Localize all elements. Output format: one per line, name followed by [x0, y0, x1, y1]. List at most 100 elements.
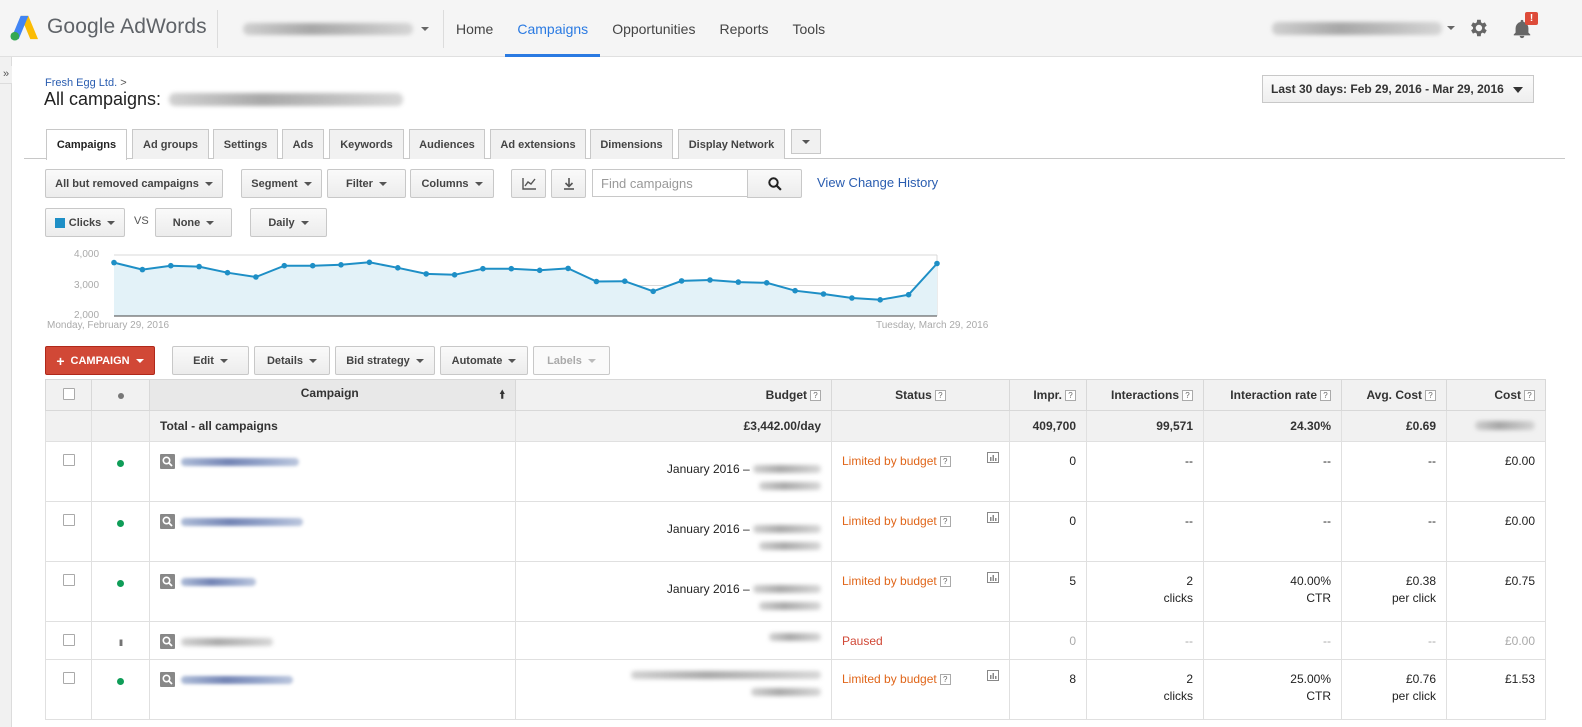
interactions-column-header[interactable]: Interactions?: [1086, 379, 1204, 411]
chevron-down-icon: [300, 220, 309, 225]
row-status-cell[interactable]: [91, 501, 150, 562]
campaign-name-cell[interactable]: [149, 659, 516, 720]
redacted-campaign-name[interactable]: [181, 457, 299, 466]
tab-ad-extensions[interactable]: Ad extensions: [490, 129, 586, 159]
status-chart-icon[interactable]: [987, 670, 999, 681]
date-range-selector[interactable]: Last 30 days: Feb 29, 2016 - Mar 29, 201…: [1262, 75, 1534, 103]
table-row[interactable]: January 2016 – Limited by budget? 0 -- -- --…: [45, 501, 1546, 562]
nav-home[interactable]: Home: [444, 0, 505, 57]
help-icon[interactable]: ?: [939, 576, 951, 587]
tab-display-network[interactable]: Display Network: [678, 129, 785, 159]
row-checkbox[interactable]: [62, 514, 75, 526]
search-input[interactable]: [592, 169, 748, 197]
row-status-cell[interactable]: [91, 561, 150, 622]
tab-campaigns[interactable]: Campaigns: [46, 129, 127, 160]
view-change-history-link[interactable]: View Change History: [817, 175, 938, 190]
interval-dropdown[interactable]: Daily: [250, 208, 327, 237]
row-checkbox[interactable]: [62, 672, 75, 684]
row-status-cell[interactable]: II: [91, 621, 150, 660]
metric2-dropdown[interactable]: None: [155, 208, 232, 237]
redacted-campaign-name[interactable]: [181, 517, 303, 526]
notifications-button[interactable]: !: [1511, 12, 1538, 40]
tab-ads[interactable]: Ads: [282, 129, 324, 159]
help-icon[interactable]: ?: [939, 516, 951, 527]
new-campaign-button[interactable]: + CAMPAIGN: [45, 346, 155, 375]
help-icon[interactable]: ?: [934, 390, 946, 401]
toggle-chart-button[interactable]: [511, 169, 546, 198]
table-row[interactable]: Limited by budget? 8 2 clicks 25.00% CTR £0.76…: [45, 659, 1546, 720]
tab-ad-groups[interactable]: Ad groups: [132, 129, 209, 159]
status-column-header[interactable]: Status?: [831, 379, 1010, 411]
nav-opportunities[interactable]: Opportunities: [600, 0, 707, 57]
row-checkbox[interactable]: [62, 574, 75, 586]
campaign-column-header[interactable]: Campaign 🠙: [149, 379, 516, 411]
nav-campaigns[interactable]: Campaigns: [505, 0, 601, 57]
help-icon[interactable]: ?: [1425, 390, 1436, 401]
breadcrumb-account-link[interactable]: Fresh Egg Ltd.: [45, 77, 117, 89]
help-icon[interactable]: ?: [939, 456, 951, 467]
help-icon[interactable]: ?: [810, 390, 821, 401]
row-checkbox[interactable]: [62, 634, 75, 646]
search-button[interactable]: [747, 169, 802, 198]
interaction-rate-column-header[interactable]: Interaction rate?: [1203, 379, 1342, 411]
plus-icon: +: [56, 352, 65, 369]
budget-cell[interactable]: [515, 659, 832, 720]
cost-column-header[interactable]: Cost?: [1446, 379, 1546, 411]
segment-dropdown[interactable]: Segment: [241, 169, 322, 198]
campaign-name-cell[interactable]: [149, 501, 516, 562]
table-row[interactable]: January 2016 – Limited by budget? 0 -- -- --…: [45, 441, 1546, 502]
columns-dropdown[interactable]: Columns: [410, 169, 494, 198]
new-campaign-label: CAMPAIGN: [70, 354, 130, 367]
redacted-campaign-name[interactable]: [181, 637, 273, 646]
bid-strategy-dropdown[interactable]: Bid strategy: [335, 346, 435, 375]
view-filter-dropdown[interactable]: All but removed campaigns: [45, 169, 223, 198]
status-dot-header[interactable]: [91, 379, 150, 411]
avg-cost-column-header[interactable]: Avg. Cost?: [1341, 379, 1447, 411]
row-status-cell[interactable]: [91, 441, 150, 502]
filter-dropdown[interactable]: Filter: [327, 169, 406, 198]
expand-panel-icon[interactable]: »: [0, 66, 12, 84]
budget-cell[interactable]: January 2016 –: [515, 501, 832, 562]
help-icon[interactable]: ?: [1524, 390, 1535, 401]
select-all-checkbox[interactable]: [62, 387, 75, 400]
help-icon[interactable]: ?: [939, 674, 951, 685]
download-button[interactable]: [551, 169, 586, 198]
budget-cell[interactable]: [515, 621, 832, 660]
tab-dimensions[interactable]: Dimensions: [590, 129, 673, 159]
status-chart-icon[interactable]: [987, 452, 999, 463]
table-row[interactable]: II Paused 0 -- -- -- £0.00: [45, 621, 1546, 660]
help-icon[interactable]: ?: [1182, 390, 1193, 401]
adwords-logo[interactable]: Google AdWords: [10, 12, 207, 42]
budget-column-header[interactable]: Budget?: [515, 379, 832, 411]
table-row[interactable]: January 2016 – Limited by budget? 5 2 click…: [45, 561, 1546, 622]
nav-tools[interactable]: Tools: [781, 0, 838, 57]
campaign-name-cell[interactable]: [149, 621, 516, 660]
details-dropdown[interactable]: Details: [254, 346, 330, 375]
gear-icon[interactable]: [1467, 17, 1489, 39]
redacted-campaign-name[interactable]: [181, 577, 256, 586]
select-all-header: [45, 379, 92, 411]
status-chart-icon[interactable]: [987, 512, 999, 523]
campaign-name-cell[interactable]: [149, 441, 516, 502]
campaign-name-cell[interactable]: [149, 561, 516, 622]
budget-cell[interactable]: January 2016 –: [515, 561, 832, 622]
status-chart-icon[interactable]: [987, 572, 999, 583]
nav-reports[interactable]: Reports: [707, 0, 780, 57]
budget-cell[interactable]: January 2016 –: [515, 441, 832, 502]
edit-dropdown[interactable]: Edit: [172, 346, 249, 375]
tab-keywords[interactable]: Keywords: [329, 129, 404, 159]
redacted-campaign-name[interactable]: [181, 675, 293, 684]
row-checkbox[interactable]: [62, 454, 75, 466]
tab-settings[interactable]: Settings: [213, 129, 278, 159]
automate-dropdown[interactable]: Automate: [440, 346, 528, 375]
account-selector[interactable]: [243, 19, 431, 39]
clicks-data-point: [480, 265, 486, 272]
tab-audiences[interactable]: Audiences: [409, 129, 485, 159]
row-status-cell[interactable]: [91, 659, 150, 720]
user-account-menu[interactable]: [1272, 17, 1457, 39]
help-icon[interactable]: ?: [1065, 390, 1076, 401]
impr-column-header[interactable]: Impr.?: [1009, 379, 1087, 411]
help-icon[interactable]: ?: [1320, 390, 1331, 401]
metric1-dropdown[interactable]: Clicks: [45, 208, 125, 237]
more-tabs-button[interactable]: [791, 129, 821, 154]
